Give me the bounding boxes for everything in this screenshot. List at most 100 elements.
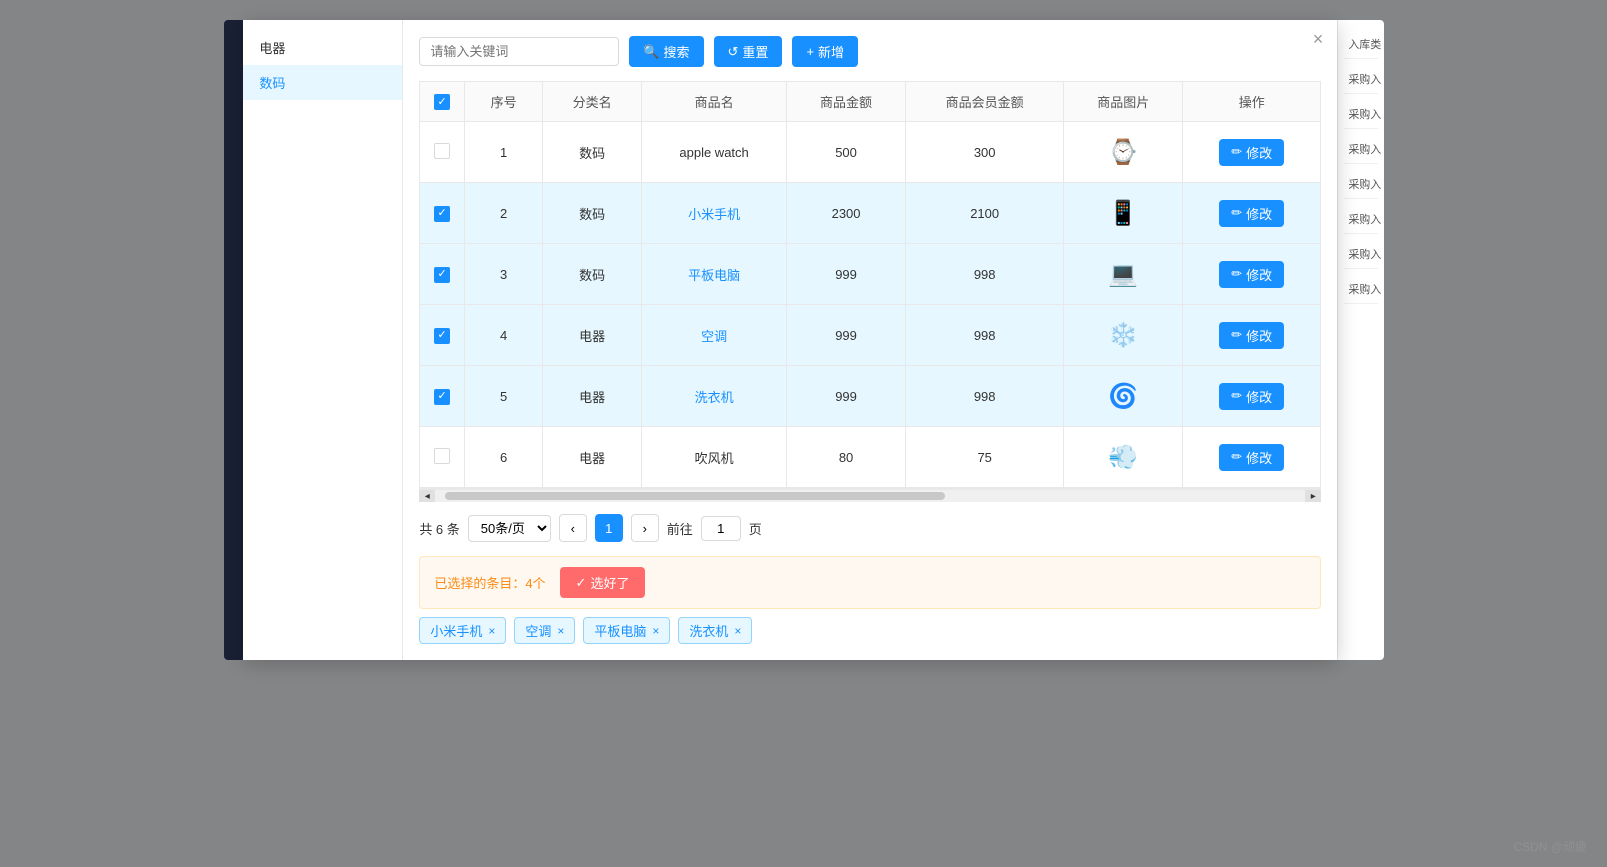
- page-size-select[interactable]: 50条/页: [468, 515, 551, 542]
- reset-icon: ↺: [728, 44, 739, 60]
- cell-img: 📱: [1064, 183, 1183, 244]
- next-page-button[interactable]: ›: [631, 514, 659, 542]
- edit-button-3[interactable]: ✏ 修改: [1219, 261, 1284, 288]
- row-checkbox-1[interactable]: [434, 143, 450, 159]
- right-sidebar-item-5[interactable]: 采购入: [1344, 205, 1377, 234]
- row-checkbox-cell[interactable]: [420, 427, 464, 488]
- tag-close-tag3[interactable]: ×: [652, 624, 659, 638]
- row-checkbox-cell[interactable]: [420, 122, 464, 183]
- edit-icon: ✏: [1231, 388, 1242, 404]
- cell-category: 数码: [543, 244, 642, 305]
- plus-icon: +: [806, 44, 814, 59]
- cell-price: 2300: [787, 183, 906, 244]
- right-sidebar-item-2[interactable]: 采购入: [1344, 100, 1377, 129]
- sidebar-item-dianqi[interactable]: 电器: [243, 30, 402, 65]
- reset-button[interactable]: ↺ 重置: [714, 36, 783, 67]
- sidebar-item-shuoma[interactable]: 数码: [243, 65, 402, 100]
- col-action: 操作: [1183, 82, 1321, 122]
- edit-icon: ✏: [1231, 327, 1242, 343]
- row-checkbox-cell[interactable]: [420, 366, 464, 427]
- watermark: CSDN @顽疲: [1513, 838, 1587, 855]
- selected-tags-row: 小米手机 × 空调 × 平板电脑 × 洗衣机 ×: [419, 617, 1321, 644]
- cell-img: 💻: [1064, 244, 1183, 305]
- cell-seq: 1: [464, 122, 543, 183]
- edit-button-2[interactable]: ✏ 修改: [1219, 200, 1284, 227]
- edit-button-1[interactable]: ✏ 修改: [1219, 139, 1284, 166]
- product-image-5: 🌀: [1103, 376, 1143, 416]
- goto-page-input[interactable]: [701, 516, 741, 541]
- add-button[interactable]: + 新增: [792, 36, 858, 67]
- edit-button-6[interactable]: ✏ 修改: [1219, 444, 1284, 471]
- table-row: 6 电器 吹风机 80 75 💨 ✏ 修改: [420, 427, 1320, 488]
- row-checkbox-2[interactable]: [434, 206, 450, 222]
- col-price: 商品金额: [787, 82, 906, 122]
- scroll-thumb[interactable]: [445, 492, 945, 500]
- tag-tag2: 空调 ×: [514, 617, 575, 644]
- cell-action: ✏ 修改: [1183, 244, 1321, 305]
- tag-label: 小米手机: [430, 621, 482, 640]
- scroll-right-arrow[interactable]: ▸: [1305, 490, 1321, 502]
- edit-button-5[interactable]: ✏ 修改: [1219, 383, 1284, 410]
- cell-member-price: 2100: [905, 183, 1064, 244]
- edit-icon: ✏: [1231, 266, 1242, 282]
- right-sidebar-item-6[interactable]: 采购入: [1344, 240, 1377, 269]
- table-row: 4 电器 空调 999 998 ❄️ ✏ 修改: [420, 305, 1320, 366]
- cell-img: 💨: [1064, 427, 1183, 488]
- search-input[interactable]: [419, 37, 619, 66]
- cell-name: 洗衣机: [641, 366, 786, 427]
- col-category: 分类名: [543, 82, 642, 122]
- prev-page-button[interactable]: ‹: [559, 514, 587, 542]
- cell-action: ✏ 修改: [1183, 305, 1321, 366]
- right-sidebar-item-4[interactable]: 采购入: [1344, 170, 1377, 199]
- row-checkbox-6[interactable]: [434, 448, 450, 464]
- tag-close-tag4[interactable]: ×: [734, 624, 741, 638]
- row-checkbox-3[interactable]: [434, 267, 450, 283]
- toolbar: 🔍 搜索 ↺ 重置 + 新增: [419, 36, 1321, 67]
- right-sidebar-item-3[interactable]: 采购入: [1344, 135, 1377, 164]
- header-checkbox-cell[interactable]: [420, 82, 464, 122]
- cell-seq: 3: [464, 244, 543, 305]
- row-checkbox-5[interactable]: [434, 389, 450, 405]
- col-img: 商品图片: [1064, 82, 1183, 122]
- right-sidebar-item-1[interactable]: 采购入: [1344, 65, 1377, 94]
- search-button[interactable]: 🔍 搜索: [629, 36, 703, 67]
- table-row: 5 电器 洗衣机 999 998 🌀 ✏ 修改: [420, 366, 1320, 427]
- cell-seq: 2: [464, 183, 543, 244]
- select-all-checkbox[interactable]: [434, 94, 450, 110]
- tag-tag1: 小米手机 ×: [419, 617, 506, 644]
- right-sidebar: 入库类 采购入 采购入 采购入 采购入 采购入 采购入 采购入: [1337, 20, 1383, 660]
- search-icon: 🔍: [643, 44, 659, 60]
- col-member-price: 商品会员金额: [905, 82, 1064, 122]
- edit-button-4[interactable]: ✏ 修改: [1219, 322, 1284, 349]
- tag-close-tag2[interactable]: ×: [557, 624, 564, 638]
- product-image-4: ❄️: [1103, 315, 1143, 355]
- tag-label: 空调: [525, 621, 551, 640]
- product-image-3: 💻: [1103, 254, 1143, 294]
- cell-category: 电器: [543, 305, 642, 366]
- edit-icon: ✏: [1231, 449, 1242, 465]
- row-checkbox-cell[interactable]: [420, 244, 464, 305]
- product-image-1: ⌚: [1103, 132, 1143, 172]
- tag-tag4: 洗衣机 ×: [678, 617, 752, 644]
- row-checkbox-cell[interactable]: [420, 183, 464, 244]
- row-checkbox-cell[interactable]: [420, 305, 464, 366]
- total-count: 共 6 条: [419, 519, 459, 538]
- row-checkbox-4[interactable]: [434, 328, 450, 344]
- scroll-left-arrow[interactable]: ◂: [419, 490, 435, 502]
- product-table-wrapper: 序号 分类名 商品名 商品金额 商品会员金额 商品图片 操作: [419, 81, 1321, 489]
- page-1-button[interactable]: 1: [595, 514, 623, 542]
- right-sidebar-item-7[interactable]: 采购入: [1344, 275, 1377, 304]
- cell-action: ✏ 修改: [1183, 122, 1321, 183]
- cell-action: ✏ 修改: [1183, 183, 1321, 244]
- close-button[interactable]: ×: [1313, 30, 1324, 48]
- confirm-selection-button[interactable]: ✓ 选好了: [560, 567, 646, 598]
- tag-label: 洗衣机: [689, 621, 728, 640]
- edit-icon: ✏: [1231, 205, 1242, 221]
- cell-price: 500: [787, 122, 906, 183]
- product-table: 序号 分类名 商品名 商品金额 商品会员金额 商品图片 操作: [420, 82, 1320, 488]
- cell-name: 空调: [641, 305, 786, 366]
- cell-name: 平板电脑: [641, 244, 786, 305]
- table-header-row: 序号 分类名 商品名 商品金额 商品会员金额 商品图片 操作: [420, 82, 1320, 122]
- right-sidebar-item-0[interactable]: 入库类: [1344, 30, 1377, 59]
- tag-close-tag1[interactable]: ×: [488, 624, 495, 638]
